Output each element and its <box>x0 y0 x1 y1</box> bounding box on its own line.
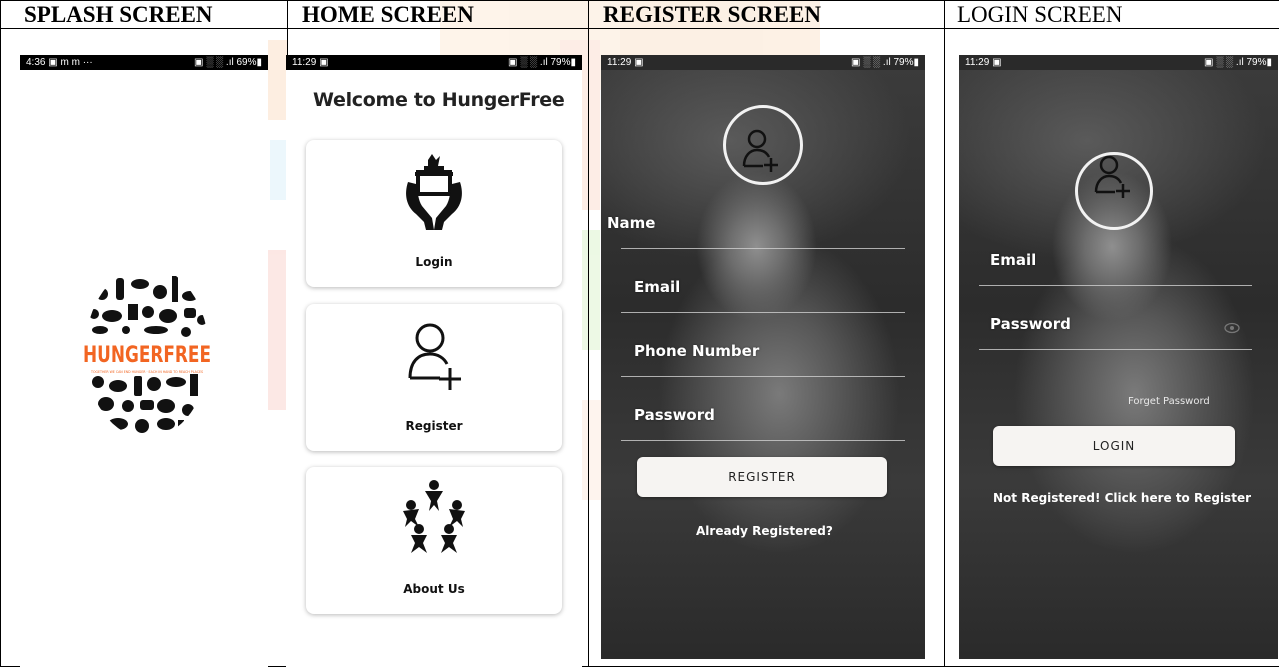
status-left: 11:29 ▣ <box>607 57 644 68</box>
header-cell-home: HOME SCREEN <box>287 0 589 29</box>
login-card-label: Login <box>415 255 453 269</box>
header-splash: SPLASH SCREEN <box>24 2 213 27</box>
status-bar: 11:29 ▣ ▣ ░ ░ .ıl 79%▮ <box>286 55 582 70</box>
login-button[interactable]: LOGIN <box>993 426 1235 466</box>
status-right: ▣ ░ ░ .ıl 69%▮ <box>193 57 262 68</box>
status-left: 4:36 ▣ m m ··· <box>26 57 93 68</box>
not-registered-link[interactable]: Not Registered! Click here to Register <box>993 491 1251 505</box>
header-cell-splash: SPLASH SCREEN <box>0 0 288 29</box>
status-bar: 11:29 ▣ ▣ ░ ░ .ıl 79%▮ <box>601 55 925 70</box>
header-cell-register: REGISTER SCREEN <box>588 0 945 29</box>
register-button[interactable]: REGISTER <box>637 457 887 497</box>
login-phone: 11:29 ▣ ▣ ░ ░ .ıl 79%▮ Email Password Fo… <box>959 55 1278 659</box>
status-right: ▣ ░ ░ .ıl 79%▮ <box>507 57 576 68</box>
email-field-label: Email <box>990 251 1037 269</box>
status-left: 11:29 ▣ <box>292 57 329 68</box>
splash-body: HUNGERFREE TOGETHER WE CAN END HUNGER · … <box>20 70 268 667</box>
header-home: HOME SCREEN <box>302 2 474 27</box>
add-user-icon <box>1094 155 1130 198</box>
status-right: ▣ ░ ░ .ıl 79%▮ <box>850 57 919 68</box>
name-field[interactable] <box>621 248 905 249</box>
status-right: ▣ ░ ░ .ıl 79%▮ <box>1203 57 1272 68</box>
add-user-icon <box>408 323 461 390</box>
phone-field[interactable] <box>621 376 905 377</box>
header-register: REGISTER SCREEN <box>603 2 821 27</box>
status-bar: 4:36 ▣ m m ··· ▣ ░ ░ .ıl 69%▮ <box>20 55 268 70</box>
login-card[interactable]: Login <box>306 140 562 287</box>
status-bar: 11:29 ▣ ▣ ░ ░ .ıl 79%▮ <box>959 55 1278 70</box>
home-phone: 11:29 ▣ ▣ ░ ░ .ıl 79%▮ Welcome to Hunger… <box>286 55 582 667</box>
hands-with-food-icon <box>406 154 462 230</box>
logo-wordmark: HUNGERFREE <box>83 343 211 368</box>
add-user-icon <box>742 129 778 172</box>
header-login: LOGIN SCREEN <box>957 2 1123 27</box>
password-field-label: Password <box>634 406 715 424</box>
background-photo: Name Email Phone Number Password REGISTE… <box>601 70 925 659</box>
phone-field-label: Phone Number <box>634 342 760 360</box>
password-field[interactable] <box>621 440 905 441</box>
already-registered-link[interactable]: Already Registered? <box>696 524 833 538</box>
email-field-label: Email <box>634 278 681 296</box>
email-field[interactable] <box>979 285 1252 286</box>
name-field-label: Name <box>607 214 656 232</box>
status-left: 11:29 ▣ <box>965 57 1002 68</box>
splash-phone: 4:36 ▣ m m ··· ▣ ░ ░ .ıl 69%▮ HUNGERFREE… <box>20 55 268 667</box>
register-card[interactable]: Register <box>306 304 562 451</box>
register-phone: 11:29 ▣ ▣ ░ ░ .ıl 79%▮ Name Email Phone … <box>601 55 925 659</box>
password-field-label: Password <box>990 315 1071 333</box>
background-photo: Email Password Forget Password LOGIN Not… <box>959 70 1278 659</box>
home-body: Welcome to HungerFree Login Register Abo… <box>286 70 582 667</box>
svg-text:TOGETHER WE CAN END HUNGER · E: TOGETHER WE CAN END HUNGER · EACH IN HAN… <box>90 370 203 374</box>
about-card-label: About Us <box>403 582 465 596</box>
register-card-label: Register <box>405 419 463 433</box>
email-field[interactable] <box>621 312 905 313</box>
page-title: Welcome to HungerFree <box>313 89 565 111</box>
forget-password-link[interactable]: Forget Password <box>1128 396 1210 407</box>
header-cell-login: LOGIN SCREEN <box>944 0 1279 29</box>
about-card[interactable]: About Us <box>306 467 562 614</box>
people-circle-icon <box>403 480 465 553</box>
password-field[interactable] <box>979 349 1252 350</box>
hungerfree-logo: HUNGERFREE TOGETHER WE CAN END HUNGER · … <box>82 266 212 438</box>
eye-icon[interactable] <box>1224 322 1240 334</box>
